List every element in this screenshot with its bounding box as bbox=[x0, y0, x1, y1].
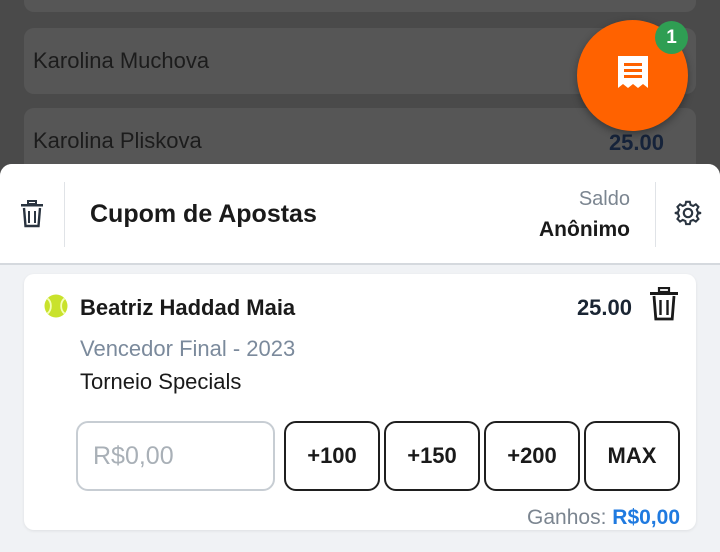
betslip-title: Cupom de Apostas bbox=[90, 200, 317, 228]
market-name: Vencedor Final - 2023 bbox=[80, 336, 296, 361]
quick-stake-max-button[interactable]: MAX bbox=[584, 421, 680, 491]
list-item-label: Karolina Pliskova bbox=[33, 128, 202, 153]
quick-stake-100-button[interactable]: +100 bbox=[284, 421, 380, 491]
winnings-label: Ganhos: bbox=[527, 506, 607, 529]
list-item-odd[interactable]: 25.00 bbox=[609, 130, 664, 156]
winnings: Ganhos: R$0,00 bbox=[527, 506, 680, 530]
quick-stake-200-button[interactable]: +200 bbox=[484, 421, 580, 491]
trash-icon bbox=[19, 199, 45, 233]
divider bbox=[655, 182, 656, 247]
event-name: Torneio Specials bbox=[80, 369, 242, 394]
divider bbox=[64, 182, 65, 247]
balance-value: Anônimo bbox=[539, 218, 630, 241]
stake-input[interactable] bbox=[76, 421, 275, 491]
tennis-ball-icon bbox=[44, 294, 68, 318]
balance-label: Saldo bbox=[578, 188, 630, 210]
receipt-icon bbox=[613, 53, 653, 98]
list-item[interactable] bbox=[24, 0, 696, 12]
betslip-count-badge: 1 bbox=[655, 21, 688, 54]
selection-odd: 25.00 bbox=[576, 295, 632, 320]
remove-bet-button[interactable] bbox=[648, 286, 680, 326]
betslip-header: Cupom de Apostas Saldo Anônimo bbox=[0, 164, 720, 265]
gear-icon bbox=[674, 199, 702, 232]
winnings-value: R$0,00 bbox=[612, 506, 680, 529]
quick-stake-150-button[interactable]: +150 bbox=[384, 421, 480, 491]
list-item-label: Karolina Muchova bbox=[33, 48, 210, 73]
bet-card: Beatriz Haddad Maia 25.00 Vencedor Final… bbox=[24, 274, 696, 530]
settings-button[interactable] bbox=[674, 199, 702, 232]
trash-icon bbox=[649, 286, 679, 326]
betslip-panel: Cupom de Apostas Saldo Anônimo Beatriz H… bbox=[0, 164, 720, 552]
clear-betslip-button[interactable] bbox=[16, 199, 48, 233]
selection-name: Beatriz Haddad Maia bbox=[80, 295, 296, 320]
